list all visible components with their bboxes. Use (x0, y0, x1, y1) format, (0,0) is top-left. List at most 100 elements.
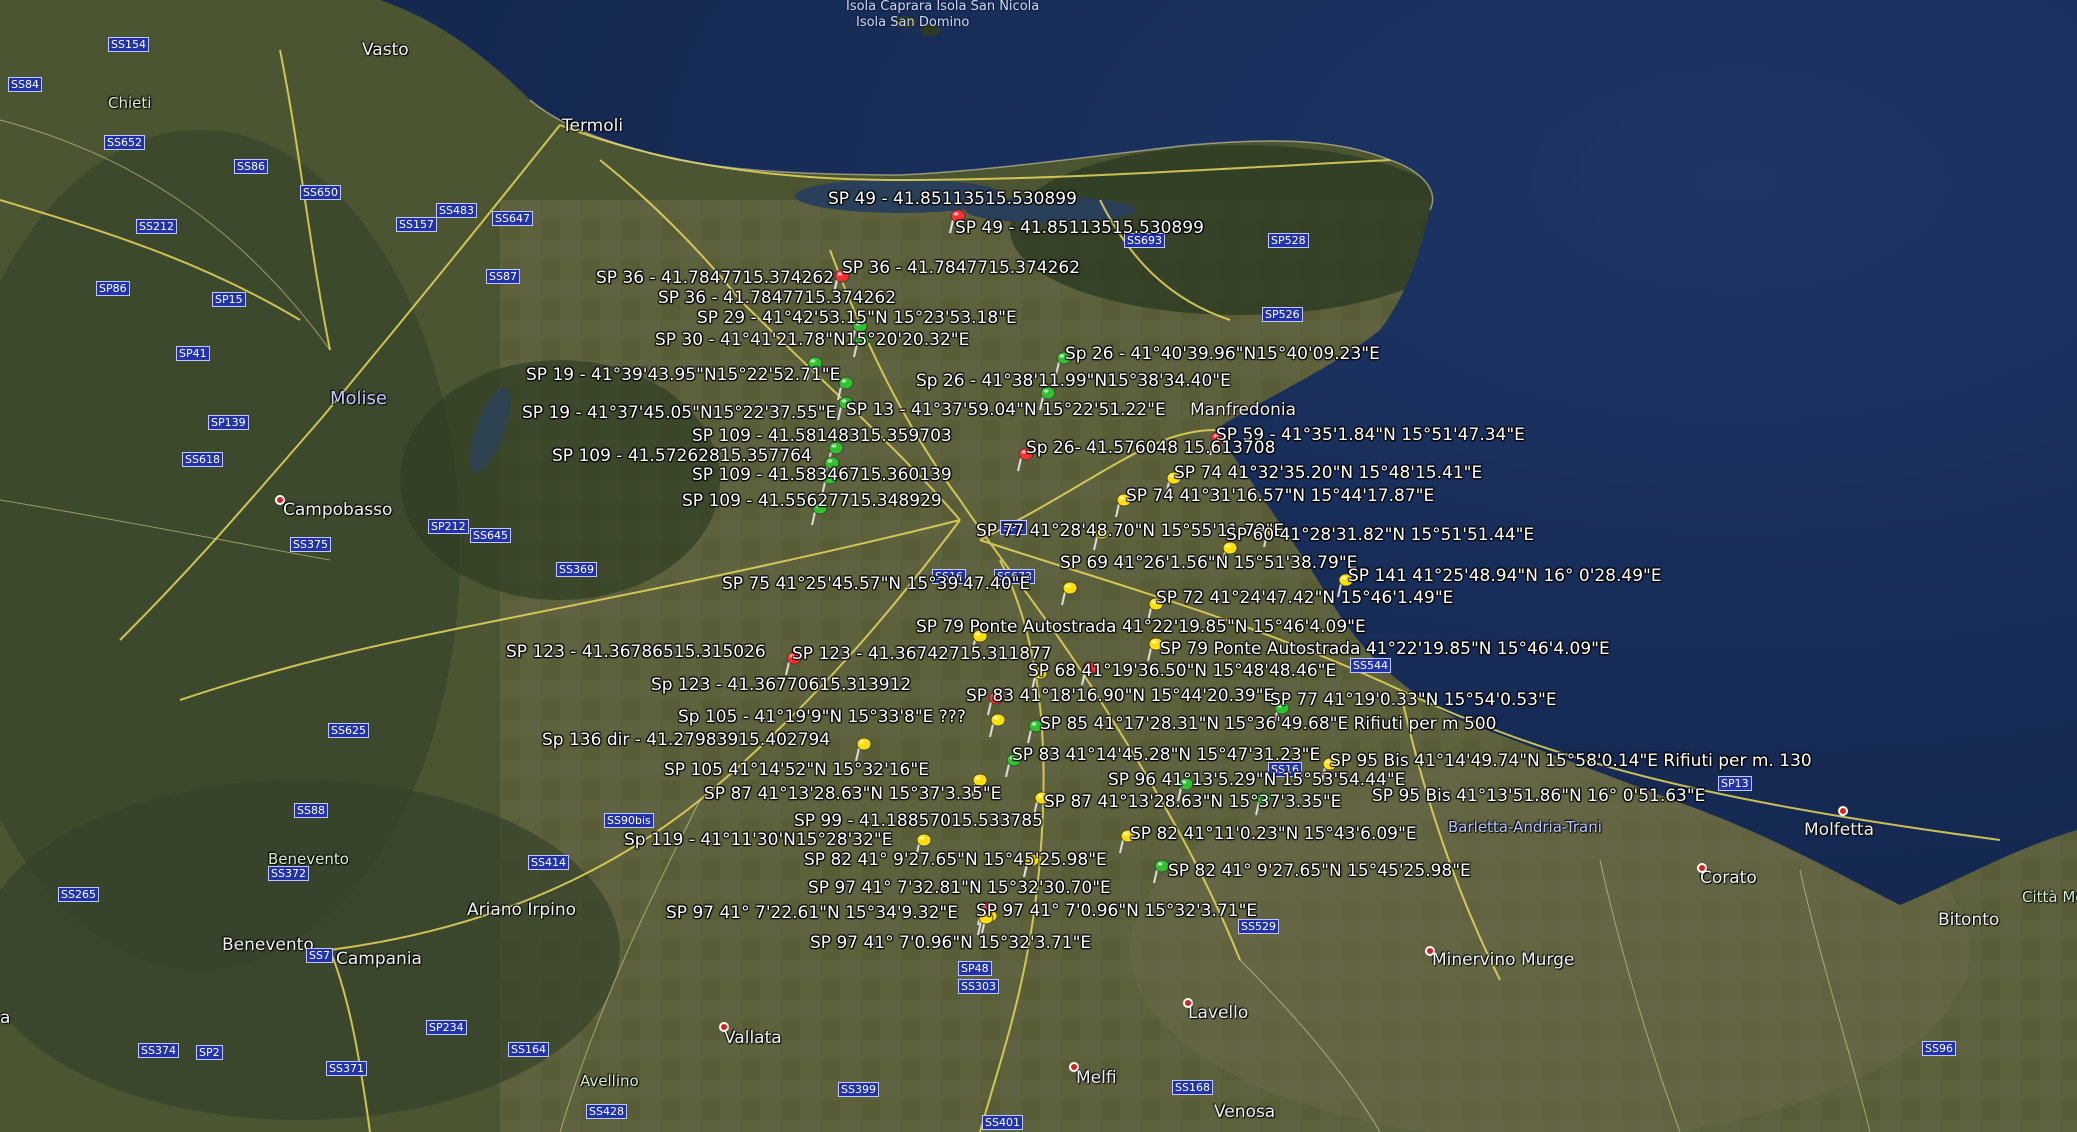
road-shield: SS652 (104, 135, 145, 150)
road-shield: SS212 (136, 219, 177, 234)
marker-label[interactable]: SP 60 41°28'31.82"N 15°51'51.44"E (1226, 527, 1534, 544)
road-shield: SS96 (1922, 1041, 1956, 1056)
marker-label[interactable]: SP 83 41°18'16.90"N 15°44'20.39"E (966, 688, 1274, 705)
marker-label[interactable]: SP 36 - 41.7847715.374262 (596, 270, 834, 287)
city-label: Campobasso (283, 500, 393, 520)
marker-label[interactable]: SP 82 41° 9'27.65"N 15°45'25.98"E (1168, 863, 1471, 880)
pushpin-icon[interactable] (988, 712, 1006, 738)
road-shield: SS375 (290, 537, 331, 552)
marker-label[interactable]: SP 83 41°14'45.28"N 15°47'31.23"E (1012, 747, 1320, 764)
pushpin-icon[interactable] (854, 736, 872, 762)
island-label: Isola San Domino (856, 15, 970, 30)
city-label: Benevento (268, 850, 349, 868)
road-shield: SS265 (58, 887, 99, 902)
city-dot (719, 1022, 729, 1032)
city-label: Minervino Murge (1432, 950, 1575, 970)
marker-label[interactable]: SP 13 - 41°37'59.04"N 15°22'51.22"E (846, 402, 1166, 419)
marker-label[interactable]: SP 49 - 41.85113515.530899 (955, 220, 1204, 237)
road-shield: SP2 (196, 1045, 223, 1060)
road-shield: SP528 (1268, 233, 1309, 248)
road-shield: SP41 (176, 346, 210, 361)
marker-label[interactable]: SP 99 - 41.18857015.533785 (794, 813, 1043, 830)
region-label: Molise (330, 388, 387, 409)
road-shield: SS154 (108, 37, 149, 52)
marker-label[interactable]: SP 72 41°24'47.42"N 15°46'1.49"E (1156, 590, 1453, 607)
city-dot (1069, 1062, 1079, 1072)
marker-label[interactable]: SP 36 - 41.7847715.374262 (658, 290, 896, 307)
marker-label[interactable]: SP 82 41°11'0.23"N 15°43'6.09"E (1130, 826, 1417, 843)
road-shield: SS84 (8, 77, 42, 92)
road-shield: SS164 (508, 1042, 549, 1057)
road-shield: SS7 (306, 948, 333, 963)
marker-label[interactable]: SP 79 Ponte Autostrada 41°22'19.85"N 15°… (916, 619, 1366, 636)
road-shield: SP86 (96, 281, 130, 296)
marker-label[interactable]: SP 95 Bis 41°14'49.74"N 15°58'0.14"E Rif… (1330, 753, 1812, 770)
province-label: Barletta-Andria-Trani (1448, 818, 1602, 836)
marker-label[interactable]: Sp 26 - 41°40'39.96"N15°40'09.23"E (1065, 346, 1380, 363)
road-shield: SS401 (982, 1115, 1023, 1130)
marker-label[interactable]: SP 87 41°13'28.63"N 15°37'3.35"E (704, 786, 1001, 803)
road-shield: SS90bis (604, 813, 654, 828)
marker-label[interactable]: SP 95 Bis 41°13'51.86"N 16° 0'51.63"E (1372, 788, 1705, 805)
road-shield: SP139 (208, 415, 249, 430)
marker-label[interactable]: SP 19 - 41°39'43.95"N15°22'52.71"E (526, 367, 840, 384)
marker-label[interactable]: SP 97 41° 7'0.96"N 15°32'3.71"E (976, 903, 1257, 920)
marker-label[interactable]: SP 75 41°25'45.57"N 15°39'47.40"E (722, 576, 1030, 593)
marker-label[interactable]: SP 109 - 41.58346715.360139 (692, 467, 952, 484)
marker-label[interactable]: SP 109 - 41.57262815.357764 (552, 448, 812, 465)
road-shield: SS168 (1172, 1080, 1213, 1095)
city-dot (1183, 998, 1193, 1008)
city-label: Bitonto (1938, 910, 2000, 930)
road-shield: SP526 (1262, 307, 1303, 322)
marker-label[interactable]: SP 123 - 41.36786515.315026 (506, 644, 766, 661)
marker-label[interactable]: Sp 26- 41.576048 15.613708 (1026, 440, 1275, 457)
marker-label[interactable]: SP 19 - 41°37'45.05"N15°22'37.55"E (522, 405, 836, 422)
road-shield: SS86 (234, 159, 268, 174)
city-label: a (0, 1008, 11, 1028)
satellite-map[interactable]: Isola Caprara Isola San Nicola Isola San… (0, 0, 2077, 1132)
marker-label[interactable]: SP 69 41°26'1.56"N 15°51'38.79"E (1060, 555, 1357, 572)
marker-label[interactable]: SP 30 - 41°41'21.78"N15°20'20.32"E (655, 332, 969, 349)
road-shield: SP15 (212, 292, 246, 307)
marker-label[interactable]: Sp 119 - 41°11'30'N15°28'32"E (624, 832, 892, 849)
road-shield: SS87 (486, 269, 520, 284)
road-shield: SS544 (1350, 658, 1391, 673)
marker-label[interactable]: SP 141 41°25'48.94"N 16° 0'28.49"E (1348, 568, 1662, 585)
road-shield: SS483 (436, 203, 477, 218)
city-label: Vallata (724, 1028, 782, 1048)
marker-label[interactable]: SP 74 41°32'35.20"N 15°48'15.41"E (1174, 465, 1482, 482)
road-shield: SS645 (470, 528, 511, 543)
marker-label[interactable]: SP 105 41°14'52"N 15°32'16"E (664, 762, 929, 779)
city-label: Molfetta (1804, 820, 1874, 840)
marker-label[interactable]: SP 123 - 41.36742715.311877 (792, 646, 1052, 663)
marker-label[interactable]: SP 109 - 41.58148315.359703 (692, 428, 952, 445)
city-label: Termoli (562, 116, 624, 136)
marker-label[interactable]: SP 68 41°19'36.50"N 15°48'48.46"E (1028, 663, 1336, 680)
city-dot (1838, 806, 1848, 816)
marker-label[interactable]: SP 77 41°19'0.33"N 15°54'0.53"E (1270, 692, 1557, 709)
road-shield: SS529 (1238, 919, 1279, 934)
city-label: Corato (1700, 868, 1757, 888)
marker-label[interactable]: SP 85 41°17'28.31"N 15°36'49.68"E Rifiut… (1040, 716, 1496, 733)
marker-label[interactable]: SP 87 41°13'28.63"N 15°37'3.35"E (1044, 794, 1341, 811)
marker-label[interactable]: SP 29 - 41°42'53.15"N 15°23'53.18"E (697, 310, 1017, 327)
city-dot (1697, 863, 1707, 873)
marker-label[interactable]: SP 74 41°31'16.57"N 15°44'17.87"E (1126, 488, 1434, 505)
marker-label[interactable]: Sp 136 dir - 41.27983915.402794 (542, 732, 830, 749)
marker-label[interactable]: SP 49 - 41.85113515.530899 (828, 191, 1077, 208)
road-shield: SS374 (138, 1043, 179, 1058)
road-shield: SS618 (182, 452, 223, 467)
marker-label[interactable]: SP 109 - 41.55627715.348929 (682, 493, 942, 510)
marker-label[interactable]: SP 36 - 41.7847715.374262 (842, 260, 1080, 277)
marker-label[interactable]: SP 97 41° 7'22.61"N 15°34'9.32"E (666, 905, 958, 922)
marker-label[interactable]: Sp 105 - 41°19'9"N 15°33'8"E ??? (678, 709, 966, 726)
marker-label[interactable]: SP 82 41° 9'27.65"N 15°45'25.98"E (804, 852, 1107, 869)
marker-label[interactable]: SP 97 41° 7'0.96"N 15°32'3.71"E (810, 935, 1091, 952)
pushpin-icon[interactable] (1060, 580, 1078, 606)
marker-label[interactable]: Sp 123 - 41.36770615.313912 (651, 677, 911, 694)
city-label: Benevento (222, 935, 314, 955)
marker-label[interactable]: SP 79 Ponte Autostrada 41°22'19.85"N 15°… (1160, 641, 1610, 658)
marker-label[interactable]: Sp 26 - 41°38'11.99"N15°38'34.40"E (916, 373, 1231, 390)
marker-label[interactable]: SP 96 41°13'5.29"N 15°53'54.44"E (1108, 772, 1405, 789)
marker-label[interactable]: SP 97 41° 7'32.81"N 15°32'30.70"E (808, 880, 1111, 897)
